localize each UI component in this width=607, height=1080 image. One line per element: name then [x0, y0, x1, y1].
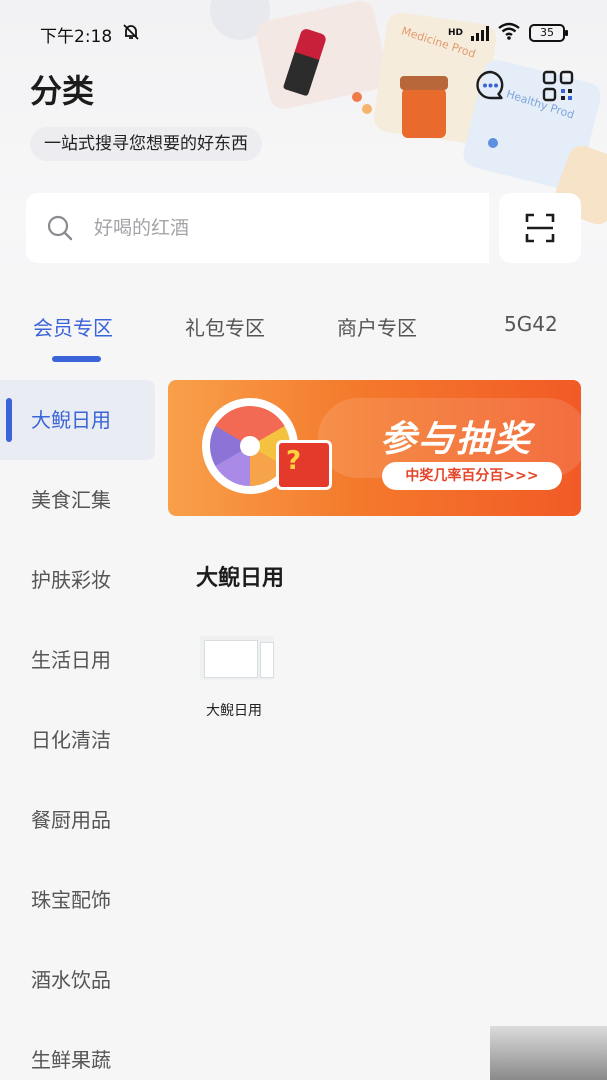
tab-5g42[interactable]: 5G42 [504, 312, 558, 336]
sidebar-item-label: 护肤彩妆 [31, 568, 111, 592]
tab-member-zone[interactable]: 会员专区 [33, 312, 113, 341]
status-bar: 下午2:18 HD 35 [0, 0, 607, 64]
sidebar-item-daily[interactable]: 大鲵日用 [0, 380, 155, 460]
decor-dot [488, 138, 498, 148]
message-icon[interactable] [474, 69, 507, 102]
search-icon [47, 215, 73, 241]
search-bar[interactable] [26, 193, 489, 263]
signal-icon [471, 25, 489, 41]
sidebar-item-label: 生活日用 [31, 648, 111, 672]
banner-subtitle[interactable]: 中奖几率百分百>>> [382, 462, 562, 490]
jar-illustration [400, 76, 448, 138]
category-tabs: 会员专区 礼包专区 商户专区 5G42 [0, 290, 607, 370]
sidebar-item-label: 生鲜果蔬 [31, 1048, 111, 1072]
sidebar-item-label: 日化清洁 [31, 728, 111, 752]
sidebar-item-jewelry[interactable]: 珠宝配饰 [0, 860, 155, 940]
scan-icon [525, 213, 555, 243]
page-title: 分类 [30, 72, 95, 110]
slogan-badge: 一站式搜寻您想要的好东西 [30, 127, 262, 161]
sidebar-active-indicator [6, 398, 12, 442]
system-icons: HD 35 [447, 22, 568, 44]
floating-thumbnail[interactable] [490, 1026, 607, 1080]
sidebar-item-drinks[interactable]: 酒水饮品 [0, 940, 155, 1020]
status-time: 下午2:18 [40, 27, 113, 47]
sidebar-item-fresh[interactable]: 生鲜果蔬 [0, 1020, 155, 1080]
section-title: 大鲵日用 [196, 566, 285, 591]
hd-label: HD [447, 27, 463, 38]
sidebar-item-label: 珠宝配饰 [31, 888, 111, 912]
sidebar-item-food[interactable]: 美食汇集 [0, 460, 155, 540]
decor-dot [352, 92, 362, 102]
sidebar-item-label: 美食汇集 [31, 488, 111, 512]
sidebar-item-cleaning[interactable]: 日化清洁 [0, 700, 155, 780]
sidebar-item-label: 大鲵日用 [31, 408, 111, 432]
product-label[interactable]: 大鲵日用 [206, 700, 262, 720]
sidebar-item-living[interactable]: 生活日用 [0, 620, 155, 700]
gift-box-icon [276, 440, 332, 490]
question-mark-icon: ? [286, 446, 302, 476]
sidebar-item-kitchen[interactable]: 餐厨用品 [0, 780, 155, 860]
tab-merchant-zone[interactable]: 商户专区 [337, 312, 417, 341]
battery-level: 35 [540, 26, 554, 39]
qr-code-icon[interactable] [542, 70, 574, 102]
product-image[interactable] [200, 636, 274, 680]
sidebar: 大鲵日用 美食汇集 护肤彩妆 生活日用 日化清洁 餐厨用品 珠宝配饰 酒水饮品 … [0, 380, 155, 1080]
sidebar-item-label: 餐厨用品 [31, 808, 111, 832]
wifi-icon [497, 22, 521, 44]
tab-active-indicator [52, 356, 101, 362]
lottery-banner[interactable]: ? 参与抽奖 中奖几率百分百>>> [168, 380, 581, 516]
tab-gift-zone[interactable]: 礼包专区 [185, 312, 265, 341]
banner-title: 参与抽奖 [380, 419, 533, 460]
battery-icon: 35 [529, 24, 568, 42]
sidebar-item-skincare[interactable]: 护肤彩妆 [0, 540, 155, 620]
decor-dot [362, 104, 372, 114]
sidebar-item-label: 酒水饮品 [31, 968, 111, 992]
bell-off-icon [121, 22, 141, 46]
search-input[interactable] [94, 217, 454, 239]
scan-button[interactable] [499, 193, 581, 263]
